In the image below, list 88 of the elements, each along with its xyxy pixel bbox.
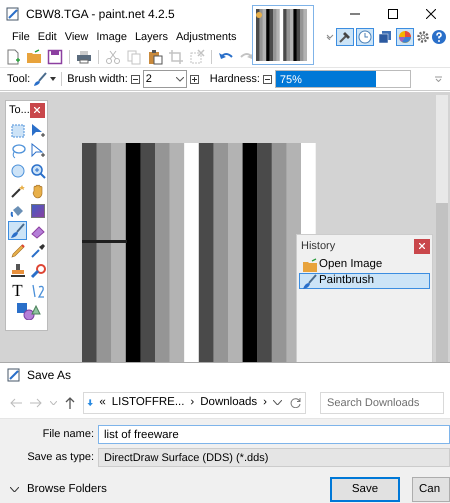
eyedropper-icon bbox=[30, 242, 46, 258]
clipboard-icon[interactable] bbox=[147, 48, 163, 64]
history-item[interactable]: Paintbrush bbox=[299, 273, 430, 289]
magic-wand-icon bbox=[10, 182, 26, 198]
file-name-field[interactable]: list of freeware bbox=[98, 425, 450, 444]
tool-button[interactable]: T bbox=[8, 281, 27, 300]
color-wheel-icon bbox=[397, 29, 413, 45]
scrollbar-thumb[interactable] bbox=[436, 203, 448, 363]
arrow-cursor-icon bbox=[30, 122, 46, 138]
menu-item[interactable]: Edit bbox=[34, 28, 61, 46]
chevron-down-icon[interactable] bbox=[273, 400, 282, 405]
recolor-brush-icon bbox=[30, 262, 46, 278]
tool-button[interactable] bbox=[28, 201, 47, 220]
window-title: CBW8.TGA - paint.net 4.2.5 bbox=[26, 6, 175, 23]
close-icon bbox=[419, 243, 425, 249]
gradient-square-icon bbox=[30, 202, 46, 218]
menu-item[interactable]: View bbox=[60, 28, 92, 46]
up-arrow-icon[interactable] bbox=[65, 396, 75, 408]
browse-folders-toggle[interactable]: Browse Folders bbox=[10, 480, 107, 498]
zoom-icon bbox=[30, 162, 46, 178]
selection-rectangle-icon bbox=[10, 122, 26, 138]
hardness-slider[interactable]: 75% bbox=[274, 70, 411, 88]
image-thumbnail[interactable] bbox=[252, 5, 314, 65]
menu-item[interactable]: Image bbox=[92, 28, 131, 46]
menu-item[interactable]: Layers bbox=[130, 28, 172, 46]
breadcrumb-item[interactable]: LISTOFFRE... bbox=[112, 394, 184, 412]
overflow-icon[interactable] bbox=[435, 76, 442, 82]
panel-toggle[interactable] bbox=[336, 28, 354, 46]
circle-icon bbox=[10, 162, 26, 178]
shapes-icon bbox=[14, 302, 40, 320]
minus-button[interactable] bbox=[130, 74, 140, 84]
save-type-dropdown[interactable]: DirectDraw Surface (DDS) (*.dds) bbox=[98, 448, 450, 467]
scrollbar[interactable] bbox=[436, 95, 448, 363]
panel-toggle[interactable] bbox=[376, 28, 394, 46]
stamp-icon bbox=[10, 262, 26, 278]
menu-item[interactable]: Adjustments bbox=[172, 28, 240, 46]
chevron-icon[interactable] bbox=[326, 34, 334, 40]
panel-toggle[interactable] bbox=[396, 28, 414, 46]
cancel-button[interactable]: Can bbox=[412, 477, 450, 502]
chevron-down-icon bbox=[10, 487, 19, 492]
history-title: History bbox=[301, 238, 336, 254]
plus-button[interactable] bbox=[190, 74, 199, 84]
panel-toggle[interactable] bbox=[356, 28, 374, 46]
paintbrush-icon bbox=[302, 274, 317, 288]
save-button[interactable]: Save bbox=[330, 477, 400, 502]
folder-icon bbox=[302, 258, 317, 272]
path-overflow[interactable]: « bbox=[99, 394, 106, 412]
printer-icon[interactable] bbox=[76, 48, 92, 64]
curve-line-icon bbox=[30, 282, 46, 298]
folder-icon[interactable] bbox=[26, 48, 42, 64]
address-bar[interactable]: « LISTOFFRE... › Downloads › bbox=[83, 392, 306, 414]
breadcrumb-separator: › bbox=[263, 394, 267, 410]
history-item[interactable]: Open Image bbox=[299, 257, 430, 273]
brush-width-label: Brush width: bbox=[67, 72, 128, 87]
breadcrumb-separator: › bbox=[190, 394, 194, 410]
help-icon[interactable] bbox=[432, 30, 446, 44]
breadcrumb-item[interactable]: Downloads bbox=[200, 394, 258, 412]
paintbrush-icon[interactable] bbox=[33, 72, 48, 86]
pencil-icon bbox=[10, 242, 26, 258]
tool-label: Tool: bbox=[7, 72, 30, 87]
settings-icon[interactable] bbox=[416, 30, 430, 44]
app-icon bbox=[7, 368, 21, 382]
refresh-icon[interactable] bbox=[290, 397, 301, 408]
clock-icon bbox=[357, 29, 373, 45]
minus-button[interactable] bbox=[262, 74, 272, 84]
file-name-label: File name: bbox=[42, 427, 95, 442]
tools-window-title: To... bbox=[9, 102, 30, 118]
caret-icon[interactable] bbox=[50, 77, 56, 81]
tool-button[interactable] bbox=[8, 261, 27, 280]
new-file-icon[interactable] bbox=[5, 48, 21, 64]
dialog-title: Save As bbox=[27, 367, 72, 384]
arrow-outline-icon bbox=[30, 142, 46, 158]
app-icon bbox=[6, 7, 20, 21]
chevron-down-icon bbox=[176, 76, 184, 82]
close-button[interactable] bbox=[426, 9, 436, 19]
search-field[interactable]: Search Downloads bbox=[320, 392, 444, 414]
lasso-icon bbox=[10, 142, 26, 158]
brush-width-combo[interactable]: 2 bbox=[142, 70, 187, 88]
maximize-button[interactable] bbox=[388, 9, 398, 19]
menu-item[interactable]: File bbox=[8, 28, 34, 46]
hand-icon bbox=[30, 182, 46, 198]
hammer-icon bbox=[337, 29, 353, 45]
hardness-reading: 75% bbox=[280, 73, 302, 88]
layers-icon bbox=[377, 29, 393, 45]
hardness-label: Hardness: bbox=[210, 72, 260, 87]
close-icon bbox=[34, 107, 40, 113]
paintbrush-icon bbox=[10, 222, 26, 238]
save-type-label: Save as type: bbox=[26, 450, 95, 466]
